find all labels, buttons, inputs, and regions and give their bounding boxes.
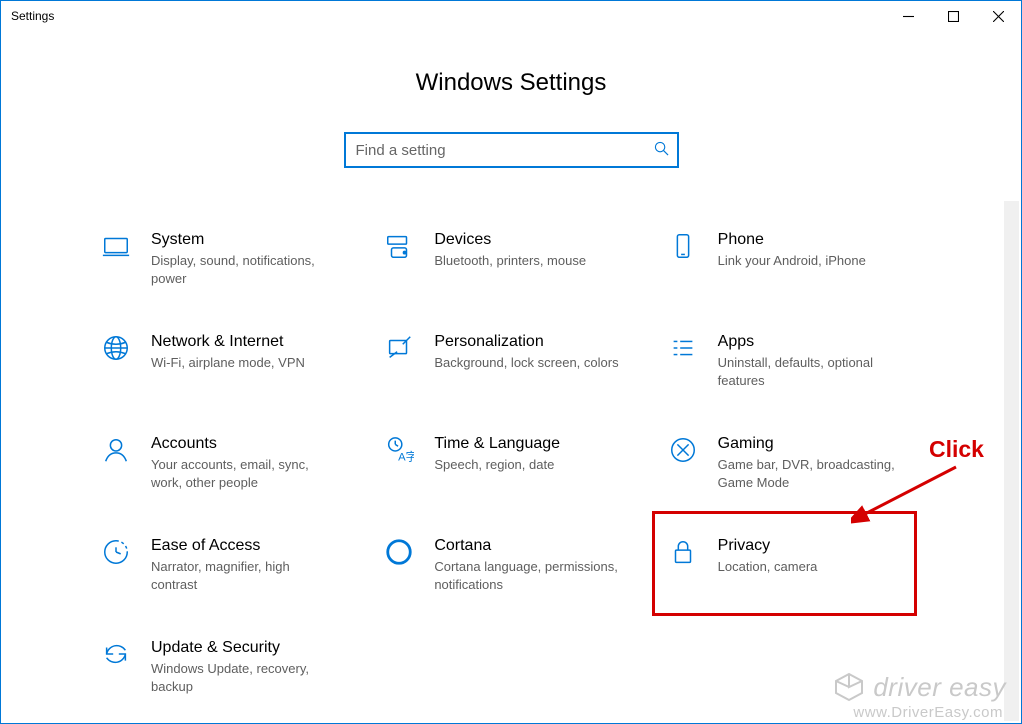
ease-icon xyxy=(99,537,133,571)
window-title: Settings xyxy=(11,9,54,23)
tile-title: Cortana xyxy=(434,537,621,555)
tile-privacy[interactable]: Privacy Location, camera xyxy=(658,529,931,601)
person-icon xyxy=(99,435,133,469)
maximize-button[interactable] xyxy=(931,1,976,31)
tile-time-language[interactable]: A字 Time & Language Speech, region, date xyxy=(374,427,647,499)
tile-subtitle: Bluetooth, printers, mouse xyxy=(434,252,621,270)
close-button[interactable] xyxy=(976,1,1021,31)
tile-accounts[interactable]: Accounts Your accounts, email, sync, work… xyxy=(91,427,364,499)
settings-grid: System Display, sound, notifications, pow… xyxy=(91,223,931,703)
phone-icon xyxy=(666,231,700,265)
tile-subtitle: Wi-Fi, airplane mode, VPN xyxy=(151,354,338,372)
globe-icon xyxy=(99,333,133,367)
search-icon xyxy=(654,141,669,159)
lock-icon xyxy=(666,537,700,571)
time-language-icon: A字 xyxy=(382,435,416,469)
update-icon xyxy=(99,639,133,673)
apps-icon xyxy=(666,333,700,367)
search-box[interactable] xyxy=(344,132,679,168)
tile-title: System xyxy=(151,231,338,249)
minimize-button[interactable] xyxy=(886,1,931,31)
tile-subtitle: Link your Android, iPhone xyxy=(718,252,905,270)
svg-text:A字: A字 xyxy=(398,450,414,464)
titlebar: Settings xyxy=(1,1,1021,31)
cortana-icon xyxy=(382,537,416,571)
tile-title: Phone xyxy=(718,231,905,249)
tile-title: Devices xyxy=(434,231,621,249)
tile-title: Update & Security xyxy=(151,639,338,657)
tile-title: Gaming xyxy=(718,435,905,453)
tile-network[interactable]: Network & Internet Wi-Fi, airplane mode, … xyxy=(91,325,364,397)
paint-icon xyxy=(382,333,416,367)
tile-ease-of-access[interactable]: Ease of Access Narrator, magnifier, high … xyxy=(91,529,364,601)
scrollbar[interactable] xyxy=(1004,201,1019,721)
tile-gaming[interactable]: Gaming Game bar, DVR, broadcasting, Game … xyxy=(658,427,931,499)
tile-subtitle: Speech, region, date xyxy=(434,456,621,474)
search-input[interactable] xyxy=(356,142,654,159)
tile-title: Accounts xyxy=(151,435,338,453)
tile-subtitle: Uninstall, defaults, optional features xyxy=(718,354,905,389)
system-icon xyxy=(99,231,133,265)
tile-subtitle: Background, lock screen, colors xyxy=(434,354,621,372)
tile-title: Privacy xyxy=(718,537,905,555)
tile-phone[interactable]: Phone Link your Android, iPhone xyxy=(658,223,931,295)
tile-title: Time & Language xyxy=(434,435,621,453)
tile-update-security[interactable]: Update & Security Windows Update, recover… xyxy=(91,631,364,703)
watermark-url: www.DriverEasy.com xyxy=(853,704,1003,721)
tile-apps[interactable]: Apps Uninstall, defaults, optional featur… xyxy=(658,325,931,397)
tile-subtitle: Display, sound, notifications, power xyxy=(151,252,338,287)
tile-title: Ease of Access xyxy=(151,537,338,555)
tile-subtitle: Narrator, magnifier, high contrast xyxy=(151,558,338,593)
tile-devices[interactable]: Devices Bluetooth, printers, mouse xyxy=(374,223,647,295)
tile-subtitle: Windows Update, recovery, backup xyxy=(151,660,338,695)
gaming-icon xyxy=(666,435,700,469)
callout-label: Click xyxy=(929,436,984,463)
tile-subtitle: Location, camera xyxy=(718,558,905,576)
tile-title: Personalization xyxy=(434,333,621,351)
tile-title: Apps xyxy=(718,333,905,351)
tile-title: Network & Internet xyxy=(151,333,338,351)
page-title: Windows Settings xyxy=(1,69,1021,97)
tile-subtitle: Your accounts, email, sync, work, other … xyxy=(151,456,338,491)
devices-icon xyxy=(382,231,416,265)
tile-system[interactable]: System Display, sound, notifications, pow… xyxy=(91,223,364,295)
tile-subtitle: Game bar, DVR, broadcasting, Game Mode xyxy=(718,456,905,491)
search-wrap xyxy=(1,132,1021,168)
settings-window: Settings Windows Settings System Display,… xyxy=(0,0,1022,724)
tile-personalization[interactable]: Personalization Background, lock screen, … xyxy=(374,325,647,397)
tile-subtitle: Cortana language, permissions, notificat… xyxy=(434,558,621,593)
tile-cortana[interactable]: Cortana Cortana language, permissions, no… xyxy=(374,529,647,601)
window-controls xyxy=(886,1,1021,31)
